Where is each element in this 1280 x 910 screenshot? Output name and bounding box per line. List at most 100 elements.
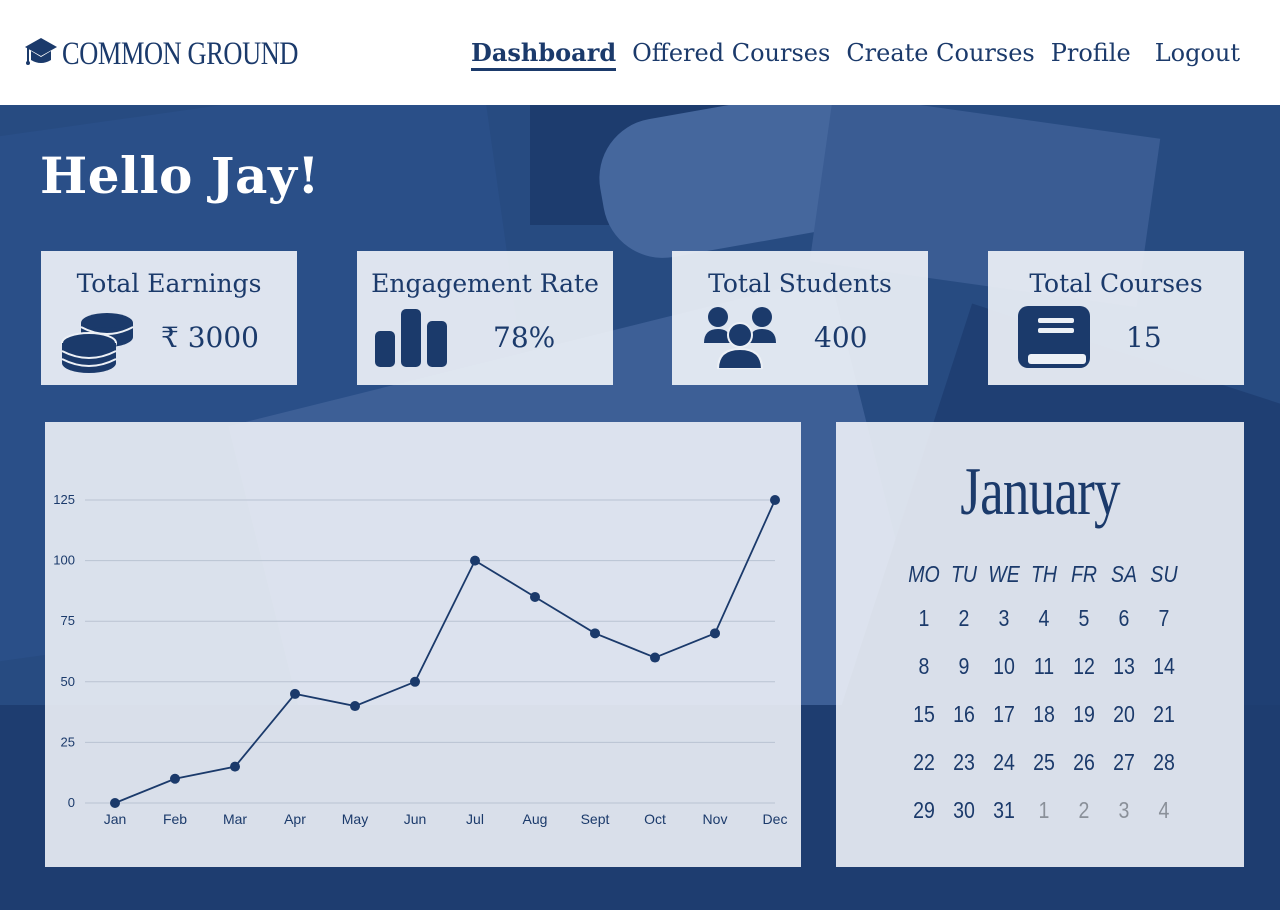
data-point xyxy=(110,798,120,808)
calendar-day[interactable]: 13 xyxy=(1107,642,1141,690)
nav-dashboard[interactable]: Dashboard xyxy=(463,36,624,71)
calendar-day[interactable]: 2 xyxy=(947,594,981,642)
calendar-day[interactable]: 5 xyxy=(1067,594,1101,642)
y-tick-label: 50 xyxy=(61,674,75,689)
calendar-day[interactable]: 29 xyxy=(907,786,941,834)
data-point xyxy=(410,676,420,687)
calendar-day[interactable]: 6 xyxy=(1107,594,1141,642)
calendar-day-next-month[interactable]: 4 xyxy=(1147,786,1181,834)
graduation-cap-icon xyxy=(25,38,57,65)
weekday-label: WE xyxy=(988,561,1020,587)
card-title: Total Earnings xyxy=(76,269,262,298)
calendar-day[interactable]: 14 xyxy=(1147,642,1181,690)
calendar-day[interactable]: 20 xyxy=(1107,690,1141,738)
earnings-line-chart: 0 25 50 75 100 125 Jan Feb Mar Apr May Jun Jul Aug Sep… xyxy=(45,422,801,867)
data-point xyxy=(530,591,540,602)
data-point xyxy=(650,652,660,663)
calendar-day[interactable]: 8 xyxy=(907,642,941,690)
total-students-value: 400 xyxy=(814,321,868,354)
card-title: Total Students xyxy=(708,269,892,298)
card-title: Engagement Rate xyxy=(371,269,599,298)
calendar-day[interactable]: 3 xyxy=(987,594,1021,642)
x-tick-label: Nov xyxy=(703,811,728,827)
calendar-day[interactable]: 28 xyxy=(1147,738,1181,786)
calendar-day[interactable]: 26 xyxy=(1067,738,1101,786)
brand-logo[interactable]: COMMON GROUND xyxy=(24,34,357,74)
calendar-day[interactable]: 27 xyxy=(1107,738,1141,786)
calendar-day[interactable]: 25 xyxy=(1027,738,1061,786)
data-point xyxy=(350,701,360,712)
x-tick-label: Mar xyxy=(223,811,247,827)
data-point xyxy=(710,628,720,639)
data-point xyxy=(590,628,600,639)
y-tick-label: 100 xyxy=(53,553,75,568)
calendar-day[interactable]: 1 xyxy=(907,594,941,642)
x-tick-label: Aug xyxy=(523,811,548,827)
x-tick-label: Sept xyxy=(581,811,610,827)
total-students-card[interactable]: Total Students 400 xyxy=(672,251,928,385)
users-icon xyxy=(704,307,776,369)
calendar-day[interactable]: 19 xyxy=(1067,690,1101,738)
brand-name: COMMON GROUND xyxy=(62,35,299,72)
calendar-day[interactable]: 9 xyxy=(947,642,981,690)
total-courses-value: 15 xyxy=(1126,321,1162,354)
calendar-day[interactable]: 22 xyxy=(907,738,941,786)
weekday-label: TH xyxy=(1030,561,1058,587)
engagement-rate-card[interactable]: Engagement Rate 78% xyxy=(357,251,613,385)
nav-create-courses[interactable]: Create Courses xyxy=(838,36,1042,70)
calendar-day[interactable]: 24 xyxy=(987,738,1021,786)
total-courses-card[interactable]: Total Courses 15 xyxy=(988,251,1244,385)
data-point xyxy=(470,555,480,566)
calendar-day-next-month[interactable]: 1 xyxy=(1027,786,1061,834)
nav-profile[interactable]: Profile xyxy=(1043,36,1139,70)
calendar-grid: MO TU WE TH FR SA SU 1 2 3 4 5 6 7 8 9 10 11 12 13 14 15 16 17 1… xyxy=(904,554,1184,834)
calendar-day-next-month[interactable]: 3 xyxy=(1107,786,1141,834)
y-tick-label: 75 xyxy=(61,613,75,628)
calendar-day[interactable]: 23 xyxy=(947,738,981,786)
calendar-day[interactable]: 12 xyxy=(1067,642,1101,690)
x-tick-label: May xyxy=(342,811,368,827)
weekday-label: SU xyxy=(1150,561,1178,587)
nav-offered-courses[interactable]: Offered Courses xyxy=(624,36,838,70)
calendar-day[interactable]: 18 xyxy=(1027,690,1061,738)
data-point xyxy=(230,761,240,772)
calendar-day[interactable]: 17 xyxy=(987,690,1021,738)
card-title: Total Courses xyxy=(1029,269,1203,298)
calendar-day[interactable]: 16 xyxy=(947,690,981,738)
calendar-day[interactable]: 21 xyxy=(1147,690,1181,738)
main-nav: Dashboard Offered Courses Create Courses… xyxy=(463,36,1248,71)
calendar-day[interactable]: 15 xyxy=(907,690,941,738)
y-tick-label: 25 xyxy=(61,734,75,749)
x-tick-label: Dec xyxy=(763,811,788,827)
logout-link[interactable]: Logout xyxy=(1147,36,1248,70)
calendar-day[interactable]: 4 xyxy=(1027,594,1061,642)
series-line xyxy=(114,499,776,804)
line-chart-svg: 0 25 50 75 100 125 Jan Feb Mar Apr May Jun Jul Aug Sep… xyxy=(53,492,788,827)
x-tick-label: Jul xyxy=(466,811,484,827)
nav-dashboard-label: Dashboard xyxy=(471,38,617,71)
calendar-day[interactable]: 30 xyxy=(947,786,981,834)
weekday-label: TU xyxy=(950,561,978,587)
top-navigation-bar: COMMON GROUND Dashboard Offered Courses … xyxy=(0,0,1280,105)
calendar-day[interactable]: 7 xyxy=(1147,594,1181,642)
calendar-month-title: January xyxy=(960,453,1120,529)
book-icon xyxy=(1018,306,1090,368)
weekday-label: FR xyxy=(1070,561,1098,587)
calendar-day[interactable]: 10 xyxy=(987,642,1021,690)
data-point xyxy=(170,773,180,784)
data-point xyxy=(290,688,300,699)
bar-chart-icon xyxy=(375,309,447,367)
calendar-day-next-month[interactable]: 2 xyxy=(1067,786,1101,834)
calendar-day[interactable]: 11 xyxy=(1027,642,1061,690)
x-tick-label: Feb xyxy=(163,811,187,827)
data-point xyxy=(770,495,780,505)
calendar-widget: January MO TU WE TH FR SA SU 1 2 3 4 5 6 7 8 9 10 11 12 13 1… xyxy=(836,422,1244,867)
engagement-rate-value: 78% xyxy=(493,321,556,354)
x-tick-label: Oct xyxy=(644,811,666,827)
calendar-day[interactable]: 31 xyxy=(987,786,1021,834)
x-tick-label: Apr xyxy=(284,811,306,827)
weekday-label: MO xyxy=(908,561,940,587)
x-tick-label: Jan xyxy=(104,811,127,827)
total-earnings-card[interactable]: Total Earnings ₹ 3000 xyxy=(41,251,297,385)
y-tick-label: 125 xyxy=(53,492,75,507)
